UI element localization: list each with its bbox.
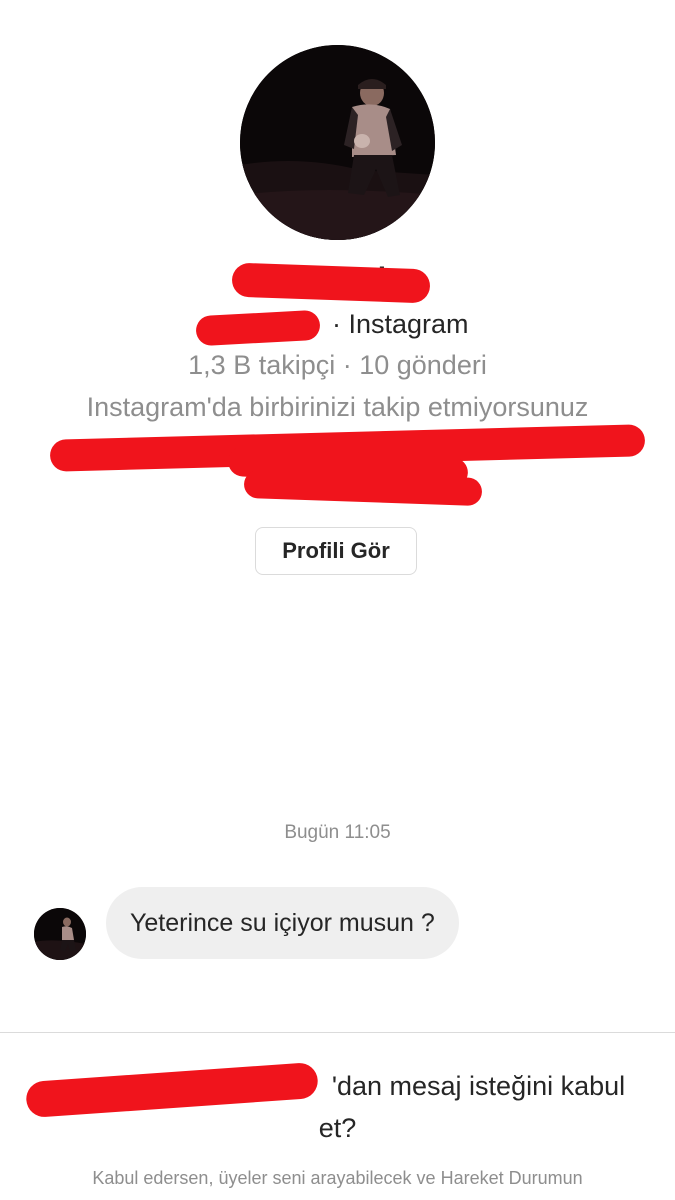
username-line: · Instagram — [0, 309, 675, 340]
sender-photo — [34, 908, 86, 960]
view-profile-button[interactable]: Profili Gör — [255, 527, 417, 575]
message-bubble[interactable]: Yeterince su içiyor musun ? — [106, 887, 459, 959]
redaction-mark — [195, 309, 321, 347]
request-info-text: Kabul edersen, üyeler seni arayabilecek … — [92, 1168, 583, 1188]
request-prompt-text: 'dan mesaj isteğini kabul et? — [318, 1071, 626, 1143]
username-platform: · Instagram — [331, 309, 469, 339]
profile-stats: 1,3 B takipçi · 10 gönderi — [188, 350, 487, 380]
sender-avatar[interactable] — [34, 908, 86, 960]
message-text: Yeterince su içiyor musun ? — [130, 908, 435, 937]
profile-avatar[interactable] — [240, 45, 435, 240]
profile-photo — [240, 45, 435, 240]
redaction-mark — [231, 262, 431, 304]
message-request-screen: Şeref Arba · Instagram 1,3 B takipçi · 1… — [0, 0, 675, 1200]
divider — [0, 1032, 675, 1033]
follow-status-note: Instagram'da birbirinizi takip etmiyorsu… — [86, 392, 589, 422]
message-timestamp: Bugün 11:05 — [284, 822, 391, 843]
